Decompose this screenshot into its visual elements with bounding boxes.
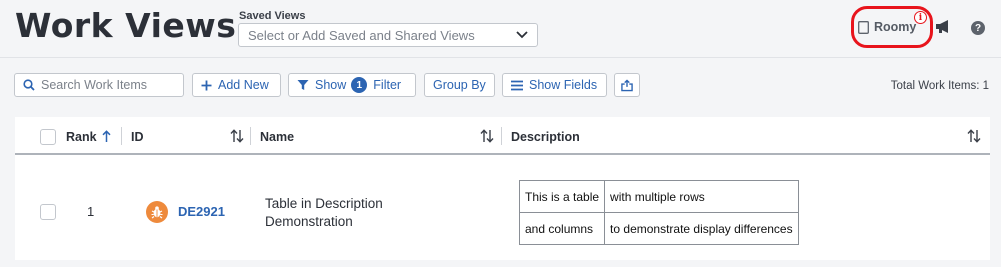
density-toggle-button[interactable]: Roomy i	[851, 6, 933, 48]
column-header-name[interactable]: Name	[260, 130, 294, 144]
show-fields-label: Show Fields	[529, 78, 598, 92]
bug-icon	[146, 201, 168, 223]
sort-icon[interactable]	[967, 129, 981, 143]
search-icon	[23, 79, 35, 91]
megaphone-icon[interactable]	[935, 19, 952, 34]
share-icon	[621, 78, 633, 91]
work-item-id-link[interactable]: DE2921	[178, 204, 225, 219]
help-icon[interactable]: ?	[971, 21, 985, 35]
group-by-button[interactable]: Group By	[424, 73, 495, 97]
show-label: Show	[315, 78, 347, 92]
page-title: Work Views	[15, 6, 237, 45]
add-new-button[interactable]: Add New	[192, 73, 281, 97]
chevron-down-icon	[516, 31, 528, 39]
grid-header: Rank ID Name Description	[15, 117, 990, 155]
work-item-name-line: Demonstration	[265, 214, 353, 229]
description-cell: to demonstrate display differences	[604, 212, 799, 245]
info-icon[interactable]: i	[914, 11, 927, 24]
select-all-checkbox[interactable]	[40, 129, 56, 145]
document-icon	[858, 20, 869, 34]
saved-views-placeholder: Select or Add Saved and Shared Views	[248, 27, 475, 43]
description-cell: with multiple rows	[604, 180, 799, 213]
description-cell: and columns	[518, 212, 606, 245]
group-by-label: Group By	[433, 78, 486, 92]
row-select-checkbox[interactable]	[40, 204, 56, 220]
column-divider[interactable]	[250, 127, 251, 145]
density-label: Roomy	[874, 20, 917, 34]
filter-count-badge: 1	[351, 77, 368, 93]
list-icon	[511, 80, 523, 90]
add-new-label: Add New	[218, 78, 269, 92]
search-placeholder: Search Work Items	[41, 78, 148, 92]
sort-ascending-icon[interactable]	[102, 130, 111, 143]
total-work-items: Total Work Items: 1	[890, 80, 989, 92]
filter-button[interactable]: Show 1 Filter	[288, 73, 416, 97]
header-divider	[0, 57, 1001, 58]
description-table-row: and columns to demonstrate display diffe…	[518, 212, 799, 245]
share-button[interactable]	[614, 73, 640, 97]
description-table-row: This is a table with multiple rows	[518, 180, 799, 213]
column-header-rank[interactable]: Rank	[66, 130, 97, 144]
search-input[interactable]: Search Work Items	[14, 73, 184, 97]
table-row[interactable]: 1 DE2921 Table in Description Demonstrat…	[15, 157, 990, 260]
filter-icon	[297, 80, 309, 90]
work-item-name-line: Table in Description	[265, 196, 383, 211]
sort-icon[interactable]	[230, 129, 244, 143]
description-cell: This is a table	[518, 180, 606, 213]
column-header-description[interactable]: Description	[511, 130, 580, 144]
filter-label: Filter	[373, 78, 402, 92]
plus-icon	[201, 80, 212, 90]
work-item-name[interactable]: Table in Description Demonstration	[265, 195, 465, 231]
saved-views-select[interactable]: Select or Add Saved and Shared Views	[238, 23, 538, 47]
column-divider[interactable]	[501, 127, 502, 145]
description-table: This is a table with multiple rows and c…	[518, 180, 799, 245]
rank-value: 1	[87, 204, 95, 219]
work-items-grid: Rank ID Name Description 1 DE2921 Table …	[15, 117, 990, 260]
show-fields-button[interactable]: Show Fields	[502, 73, 607, 97]
column-divider[interactable]	[121, 127, 122, 145]
sort-icon[interactable]	[480, 129, 494, 143]
saved-views-label: Saved Views	[239, 10, 306, 22]
column-header-id[interactable]: ID	[131, 130, 144, 144]
